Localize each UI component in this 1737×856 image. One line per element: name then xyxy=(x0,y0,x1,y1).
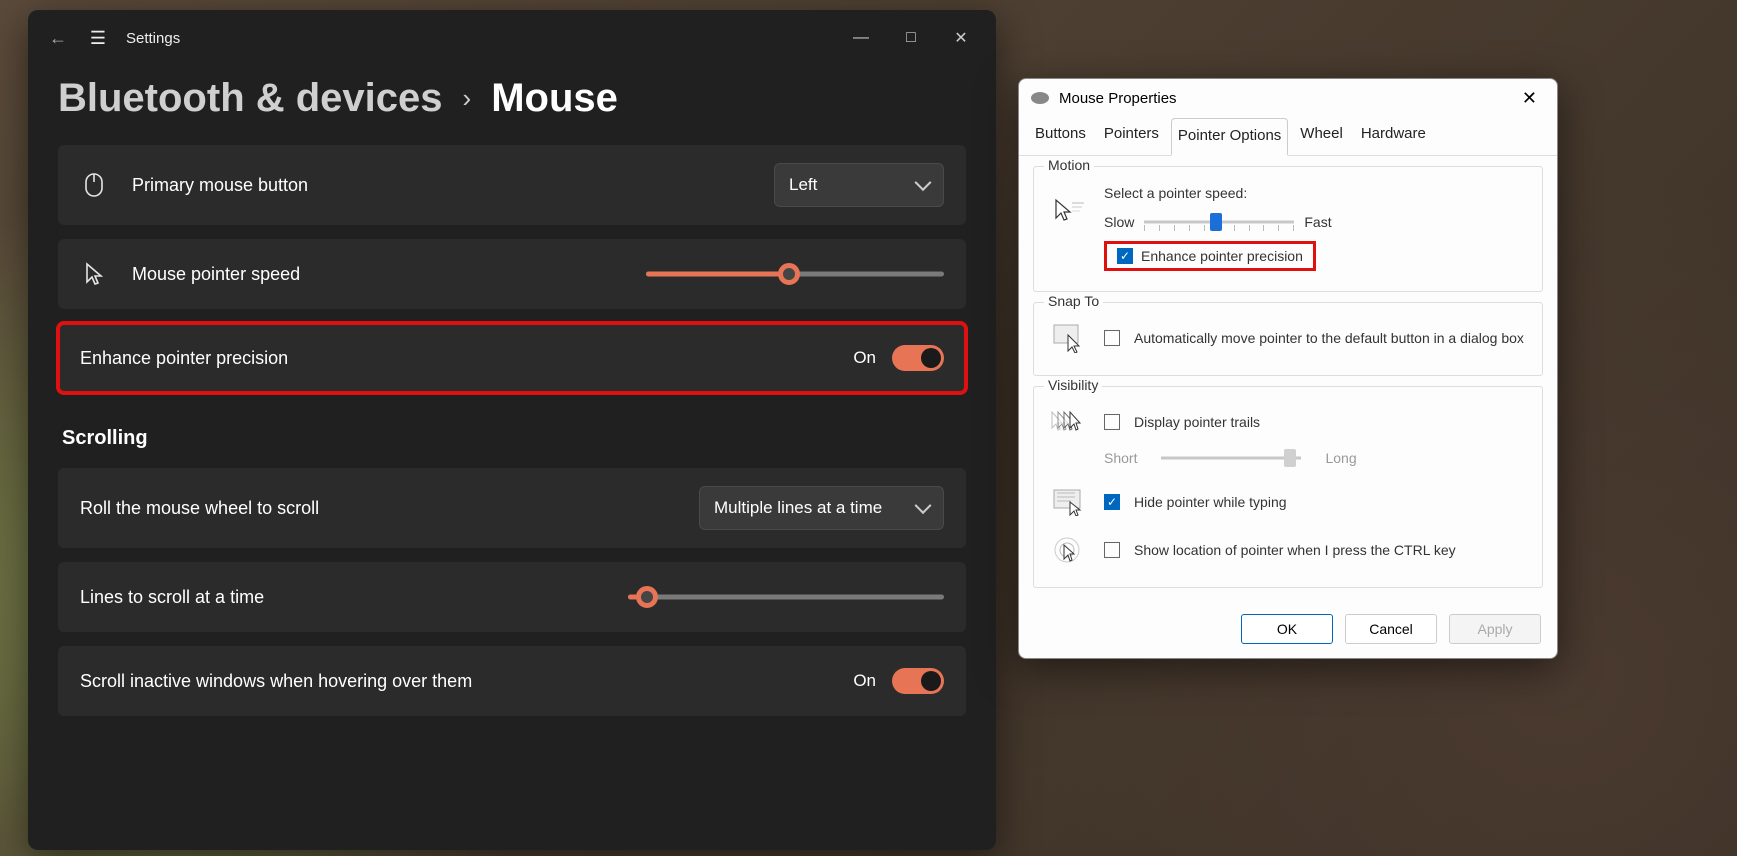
window-titlebar: ← ☰ Settings — □ ✕ xyxy=(28,10,996,66)
settings-panel: Primary mouse button Left Mouse pointer … xyxy=(28,145,996,716)
hamburger-menu[interactable]: ☰ xyxy=(78,28,118,49)
settings-window: ← ☰ Settings — □ ✕ Bluetooth & devices ›… xyxy=(28,10,996,850)
mouse-small-icon xyxy=(1031,92,1049,104)
pointer-speed-slider[interactable] xyxy=(646,262,944,286)
short-label: Short xyxy=(1104,450,1137,466)
tab-hardware[interactable]: Hardware xyxy=(1355,117,1432,155)
dialog-titlebar: Mouse Properties ✕ xyxy=(1019,79,1557,117)
lines-scroll-label: Lines to scroll at a time xyxy=(80,587,264,608)
wheel-scroll-dropdown[interactable]: Multiple lines at a time xyxy=(699,486,944,530)
cancel-button[interactable]: Cancel xyxy=(1345,614,1437,644)
visibility-group: Visibility Display pointer trails Short … xyxy=(1033,386,1543,588)
inactive-scroll-label: Scroll inactive windows when hovering ov… xyxy=(80,671,472,692)
cursor-icon xyxy=(80,262,108,286)
pointer-speed-label: Mouse pointer speed xyxy=(132,264,300,285)
primary-button-dropdown[interactable]: Left xyxy=(774,163,944,207)
inactive-scroll-toggle[interactable] xyxy=(892,668,944,694)
slow-label: Slow xyxy=(1104,214,1134,230)
motion-legend: Motion xyxy=(1044,157,1094,173)
lines-scroll-slider[interactable] xyxy=(628,585,944,609)
dialog-body: Motion Select a pointer speed: Slow Fas xyxy=(1019,156,1557,604)
wheel-scroll-label: Roll the mouse wheel to scroll xyxy=(80,498,319,519)
enhance-precision-state: On xyxy=(853,348,876,368)
hide-typing-label: Hide pointer while typing xyxy=(1134,494,1287,510)
snapto-checkbox[interactable] xyxy=(1104,330,1120,346)
primary-button-label: Primary mouse button xyxy=(132,175,308,196)
trails-label: Display pointer trails xyxy=(1134,414,1260,430)
breadcrumb-parent[interactable]: Bluetooth & devices xyxy=(58,76,443,121)
chevron-right-icon: › xyxy=(463,83,472,114)
apply-button[interactable]: Apply xyxy=(1449,614,1541,644)
mouse-properties-dialog: Mouse Properties ✕ Buttons Pointers Poin… xyxy=(1018,78,1558,659)
motion-cursor-icon xyxy=(1048,193,1090,227)
dialog-close-button[interactable]: ✕ xyxy=(1514,84,1545,113)
ctrl-locate-icon xyxy=(1048,533,1090,567)
enhance-precision-toggle[interactable] xyxy=(892,345,944,371)
tab-buttons[interactable]: Buttons xyxy=(1029,117,1092,155)
enhance-precision-checkbox-label: Enhance pointer precision xyxy=(1141,248,1303,264)
trails-checkbox[interactable] xyxy=(1104,414,1120,430)
snapto-label: Automatically move pointer to the defaul… xyxy=(1134,330,1528,346)
lines-scroll-row: Lines to scroll at a time xyxy=(58,562,966,632)
snapto-group: Snap To Automatically move pointer to th… xyxy=(1033,302,1543,376)
tab-pointer-options[interactable]: Pointer Options xyxy=(1171,118,1288,156)
pointer-speed-row: Mouse pointer speed xyxy=(58,239,966,309)
close-button[interactable]: ✕ xyxy=(936,18,986,58)
tab-pointers[interactable]: Pointers xyxy=(1098,117,1165,155)
dialog-title: Mouse Properties xyxy=(1059,90,1177,107)
dialog-buttons: OK Cancel Apply xyxy=(1019,604,1557,644)
dialog-tabs: Buttons Pointers Pointer Options Wheel H… xyxy=(1019,117,1557,156)
trails-icon xyxy=(1048,405,1090,439)
fast-label: Fast xyxy=(1304,214,1331,230)
pointer-speed-slider-dialog[interactable] xyxy=(1144,209,1294,235)
motion-group: Motion Select a pointer speed: Slow Fas xyxy=(1033,166,1543,292)
scrolling-header: Scrolling xyxy=(62,427,966,450)
wheel-scroll-row: Roll the mouse wheel to scroll Multiple … xyxy=(58,468,966,548)
long-label: Long xyxy=(1325,450,1356,466)
wheel-scroll-value: Multiple lines at a time xyxy=(714,498,882,518)
app-title: Settings xyxy=(126,30,180,47)
mouse-icon xyxy=(80,172,108,198)
tab-wheel[interactable]: Wheel xyxy=(1294,117,1349,155)
enhance-precision-checkbox[interactable] xyxy=(1117,248,1133,264)
hide-typing-icon xyxy=(1048,485,1090,519)
inactive-scroll-row: Scroll inactive windows when hovering ov… xyxy=(58,646,966,716)
snapto-icon xyxy=(1048,321,1090,355)
trails-slider xyxy=(1161,445,1301,471)
primary-mouse-button-row: Primary mouse button Left xyxy=(58,145,966,225)
visibility-legend: Visibility xyxy=(1044,377,1102,393)
primary-button-value: Left xyxy=(789,175,817,195)
speed-label: Select a pointer speed: xyxy=(1104,185,1528,201)
minimize-button[interactable]: — xyxy=(836,18,886,58)
ok-button[interactable]: OK xyxy=(1241,614,1333,644)
maximize-button[interactable]: □ xyxy=(886,18,936,58)
back-button[interactable]: ← xyxy=(38,28,78,49)
ctrl-locate-checkbox[interactable] xyxy=(1104,542,1120,558)
snapto-legend: Snap To xyxy=(1044,293,1103,309)
breadcrumb-current: Mouse xyxy=(491,76,618,121)
hide-typing-checkbox[interactable] xyxy=(1104,494,1120,510)
enhance-precision-highlight: Enhance pointer precision xyxy=(1104,241,1316,271)
enhance-precision-label: Enhance pointer precision xyxy=(80,348,288,369)
inactive-scroll-state: On xyxy=(853,671,876,691)
ctrl-locate-label: Show location of pointer when I press th… xyxy=(1134,542,1456,558)
breadcrumb: Bluetooth & devices › Mouse xyxy=(28,66,996,145)
enhance-precision-row: Enhance pointer precision On xyxy=(58,323,966,393)
